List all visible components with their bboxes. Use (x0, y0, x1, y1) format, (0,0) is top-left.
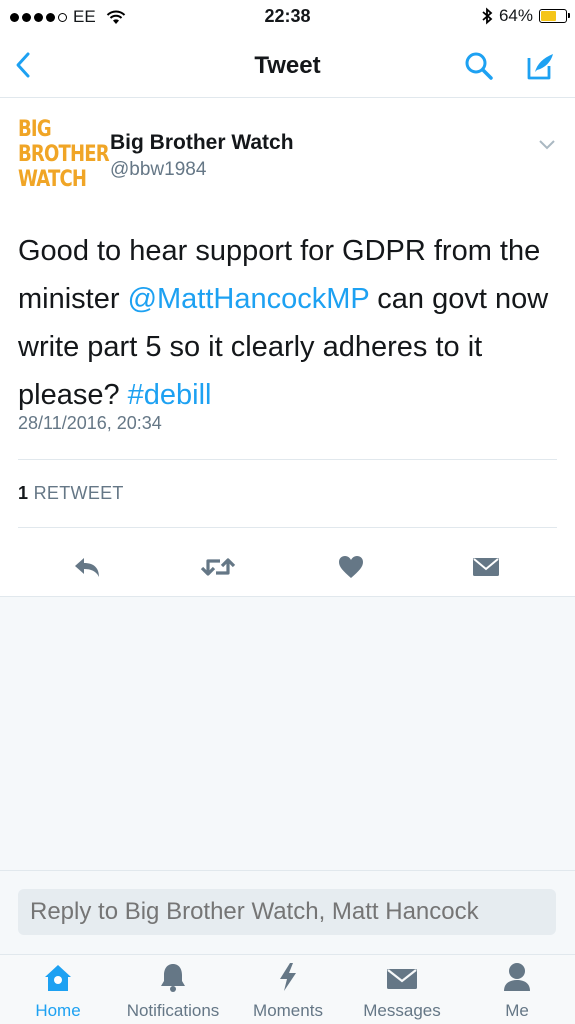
envelope-icon (473, 558, 499, 576)
reply-icon (75, 558, 99, 577)
avatar-line: BROTHER (18, 142, 110, 167)
hashtag-link[interactable]: #debill (128, 379, 212, 411)
envelope-icon (387, 969, 417, 989)
retweet-button[interactable] (198, 547, 238, 587)
tab-bar: Home Notifications Moments Messages Me (0, 954, 575, 1024)
tweet-options-button[interactable] (535, 137, 559, 153)
compose-button[interactable] (523, 48, 559, 84)
tab-label: Me (505, 1001, 529, 1020)
retweet-number: 1 (18, 483, 29, 503)
direct-message-button[interactable] (466, 547, 506, 587)
tab-home[interactable]: Home (22, 955, 94, 1024)
tab-label: Moments (253, 1001, 323, 1020)
reply-input[interactable] (18, 889, 556, 935)
heart-icon (339, 556, 363, 578)
author-handle[interactable]: @bbw1984 (110, 159, 206, 181)
lightning-icon (280, 963, 296, 991)
tab-label: Notifications (126, 1001, 220, 1020)
home-icon (45, 965, 71, 991)
content-background (0, 596, 575, 870)
tab-messages[interactable]: Messages (354, 955, 450, 1024)
compose-icon (527, 54, 553, 80)
chevron-down-icon (539, 140, 555, 150)
avatar[interactable]: BIG BROTHER WATCH (18, 117, 110, 197)
tab-notifications[interactable]: Notifications (112, 955, 234, 1024)
navigation-bar: Tweet (0, 34, 575, 98)
person-icon (504, 963, 530, 991)
avatar-line: BIG (18, 117, 52, 142)
divider (18, 527, 557, 528)
search-button[interactable] (461, 48, 497, 84)
tab-moments[interactable]: Moments (244, 955, 332, 1024)
reply-button[interactable] (67, 547, 107, 587)
bluetooth-icon (482, 7, 493, 25)
mention-link[interactable]: @MattHancockMP (128, 283, 370, 315)
battery-icon (539, 9, 570, 23)
reply-bar (0, 870, 575, 954)
bell-icon (161, 964, 185, 992)
status-bar: EE 22:38 64% (0, 0, 575, 34)
search-icon (465, 52, 493, 80)
divider (18, 459, 557, 460)
retweet-label: RETWEET (33, 483, 124, 503)
retweet-icon (200, 558, 236, 576)
retweet-count[interactable]: 1 RETWEET (18, 483, 124, 504)
tweet-actions (0, 539, 575, 595)
tab-label: Messages (363, 1001, 441, 1020)
tab-me[interactable]: Me (487, 955, 547, 1024)
author-name[interactable]: Big Brother Watch (110, 131, 294, 155)
battery-percent: 64% (498, 6, 533, 25)
like-button[interactable] (331, 547, 371, 587)
tweet-timestamp: 28/11/2016, 20:34 (18, 413, 162, 433)
tab-label: Home (35, 1001, 81, 1020)
avatar-line: WATCH (18, 167, 87, 192)
tweet-text: Good to hear support for GDPR from the m… (18, 227, 558, 419)
